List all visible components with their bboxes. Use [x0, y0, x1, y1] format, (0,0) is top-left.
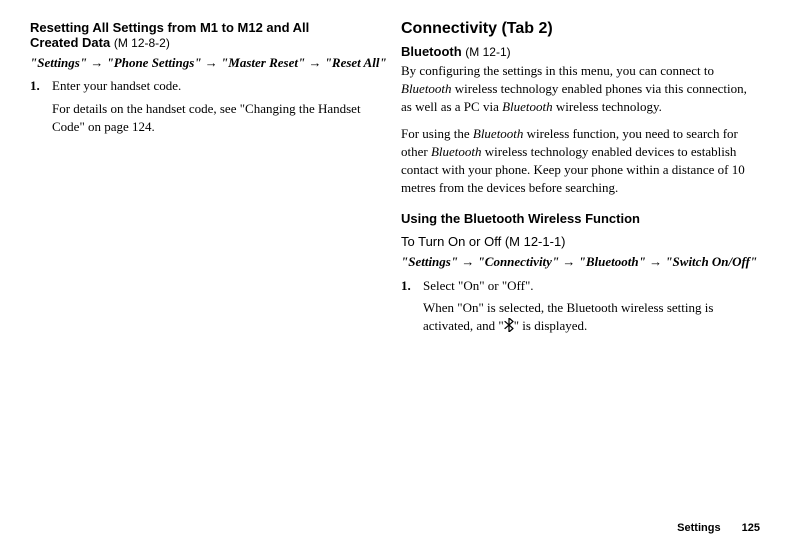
footer-page-number: 125 [742, 522, 760, 534]
text-fragment: wireless technology. [553, 99, 662, 114]
bluetooth-step-1-sub: When "On" is selected, the Bluetooth wir… [423, 299, 760, 337]
turn-on-off-code: (M 12-1-1) [505, 234, 566, 249]
connectivity-code: (Tab 2) [501, 20, 552, 37]
text-fragment: By configuring the settings in this menu… [401, 63, 714, 78]
bluetooth-para-1: By configuring the settings in this menu… [401, 62, 760, 117]
connectivity-title: Connectivity [401, 20, 497, 37]
text-fragment: " is displayed. [514, 318, 588, 333]
reset-step-1: 1. Enter your handset code. [30, 76, 389, 96]
reset-steps: 1. Enter your handset code. [30, 76, 389, 96]
reset-title-line2: Created Data [30, 35, 110, 50]
bluetooth-title: Bluetooth [401, 44, 462, 59]
text-italic-bluetooth: Bluetooth [502, 99, 553, 114]
nav-connectivity: "Connectivity" [478, 254, 560, 269]
nav-phone-settings: "Phone Settings" [107, 55, 202, 70]
nav-master-reset: "Master Reset" [221, 55, 305, 70]
text-italic-bluetooth: Bluetooth [431, 144, 482, 159]
footer-section: Settings [677, 522, 720, 534]
arrow-icon: → [90, 55, 103, 70]
bluetooth-steps: 1. Select "On" or "Off". [401, 276, 760, 296]
arrow-icon: → [205, 55, 218, 70]
nav-reset-all: "Reset All" [325, 55, 387, 70]
arrow-icon: → [461, 254, 474, 269]
bluetooth-step-1: 1. Select "On" or "Off". [401, 276, 760, 296]
nav-settings: "Settings" [401, 254, 458, 269]
page-footer: Settings 125 [677, 522, 760, 534]
left-column: Resetting All Settings from M1 to M12 an… [30, 20, 389, 337]
arrow-icon: → [649, 254, 662, 269]
text-italic-bluetooth: Bluetooth [401, 81, 452, 96]
bluetooth-code: (M 12-1) [465, 45, 510, 59]
using-bluetooth-heading: Using the Bluetooth Wireless Function [401, 211, 760, 226]
bluetooth-nav-path: "Settings" → "Connectivity" → "Bluetooth… [401, 253, 760, 271]
step-text: Select "On" or "Off". [423, 276, 760, 296]
reset-menu-code: (M 12-8-2) [114, 36, 170, 50]
step-number: 1. [30, 76, 52, 96]
text-fragment: For using the [401, 126, 473, 141]
reset-step-1-sub: For details on the handset code, see "Ch… [52, 100, 389, 136]
reset-title-line1: Resetting All Settings from M1 to M12 an… [30, 20, 309, 35]
nav-settings: "Settings" [30, 55, 87, 70]
text-fragment: When "On" is selected, the [423, 300, 566, 315]
arrow-icon: → [562, 254, 575, 269]
bluetooth-para-2: For using the Bluetooth wireless functio… [401, 125, 760, 198]
nav-bluetooth: "Bluetooth" [579, 254, 646, 269]
turn-on-off-title: To Turn On or Off [401, 234, 501, 249]
reset-heading: Resetting All Settings from M1 to M12 an… [30, 20, 389, 50]
turn-on-off-heading: To Turn On or Off (M 12-1-1) [401, 234, 760, 249]
text-italic-bluetooth: Bluetooth [566, 300, 617, 315]
reset-nav-path: "Settings" → "Phone Settings" → "Master … [30, 54, 389, 72]
arrow-icon: → [308, 55, 321, 70]
bluetooth-heading: Bluetooth (M 12-1) [401, 44, 760, 59]
bluetooth-icon [504, 318, 514, 337]
step-number: 1. [401, 276, 423, 296]
right-column: Connectivity (Tab 2) Bluetooth (M 12-1) … [401, 20, 760, 337]
connectivity-heading: Connectivity (Tab 2) [401, 20, 760, 38]
nav-switch-on-off: "Switch On/Off" [665, 254, 757, 269]
text-italic-bluetooth: Bluetooth [473, 126, 524, 141]
step-text: Enter your handset code. [52, 76, 389, 96]
